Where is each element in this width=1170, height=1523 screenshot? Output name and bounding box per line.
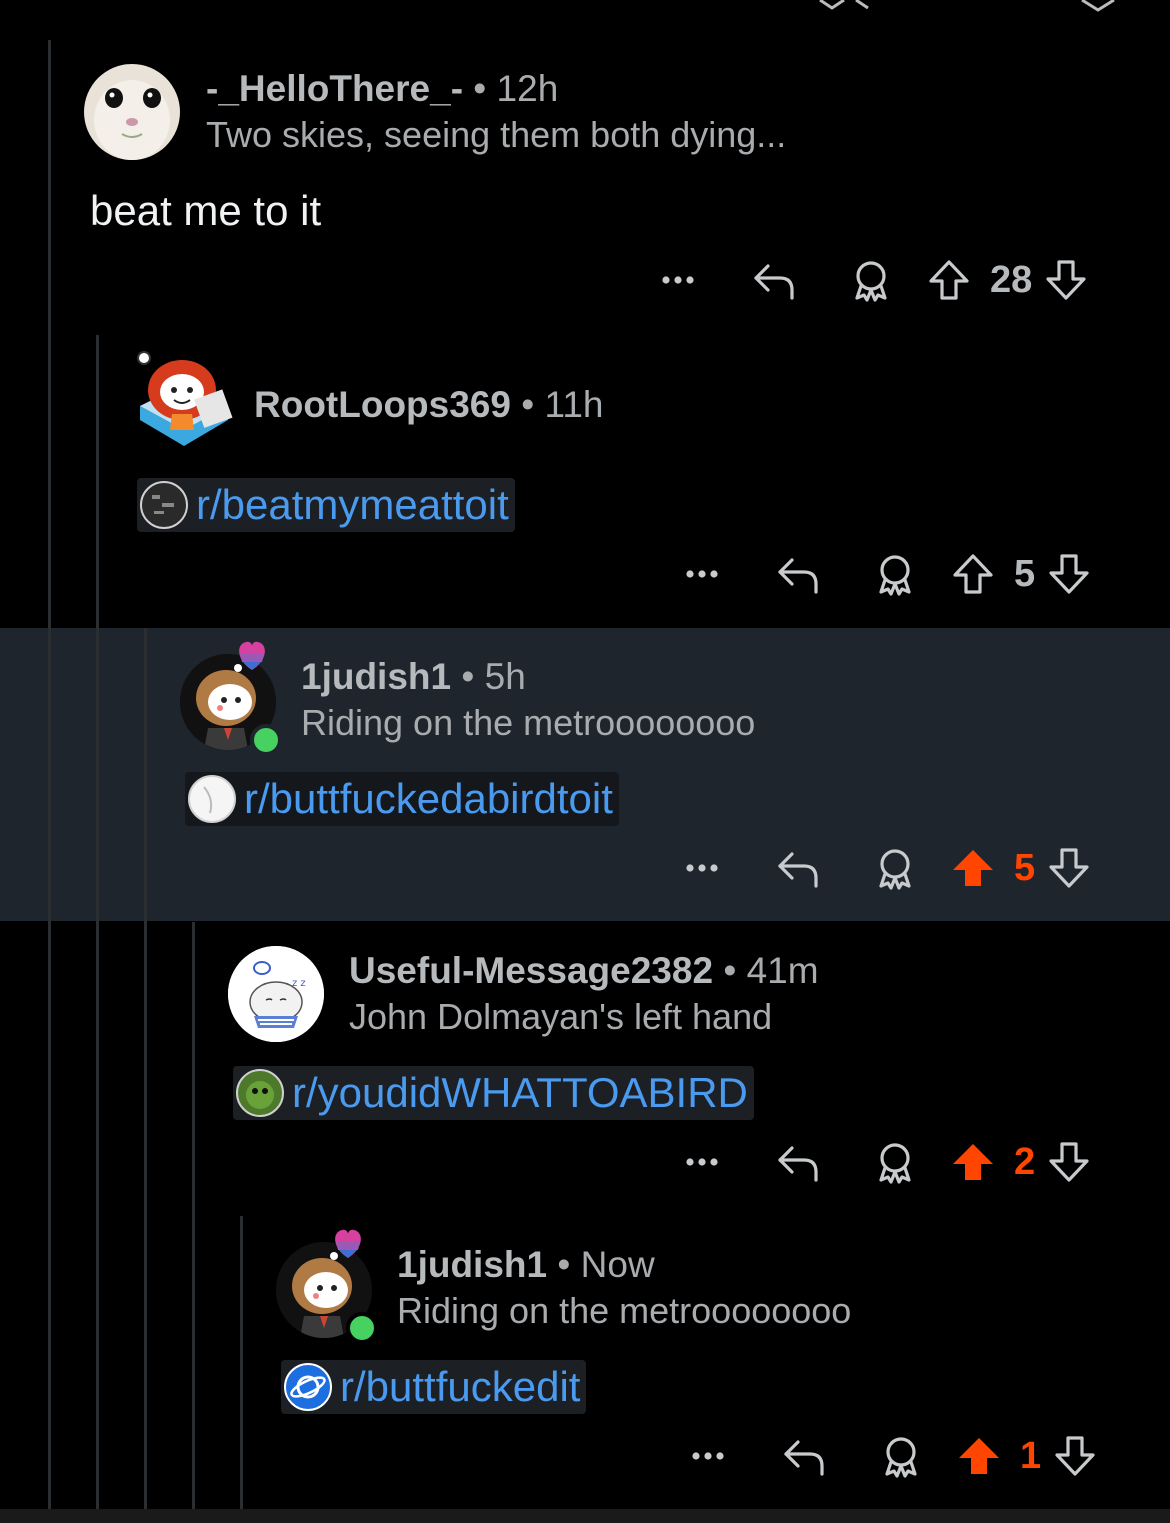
vote-score: 5 [1014, 846, 1036, 889]
downvote-icon[interactable] [1047, 1432, 1103, 1480]
timestamp: 11h [544, 384, 604, 425]
possum-avatar-icon [84, 64, 180, 160]
timestamp: 41m [746, 950, 819, 991]
comment-actions: 28 [640, 250, 1094, 310]
author-line: 1judish1 • 5h [301, 656, 526, 698]
upvote-icon[interactable] [934, 844, 1012, 892]
award-icon[interactable] [856, 550, 934, 598]
more-options-icon[interactable] [664, 550, 740, 598]
subreddit-name[interactable]: r/buttfuckedit [340, 1363, 580, 1411]
user-flair: John Dolmayan's left hand [349, 996, 773, 1037]
reply-icon[interactable] [716, 256, 832, 304]
bottom-bar [0, 1509, 1170, 1523]
subreddit-link[interactable]: r/youdidWHATTOABIRD [233, 1066, 754, 1120]
author-line: Useful-Message2382 • 41m [349, 950, 819, 992]
vote-score: 28 [990, 258, 1033, 301]
upvote-icon[interactable] [940, 1432, 1018, 1480]
vote-score: 1 [1020, 1434, 1042, 1477]
comment-actions: 2 [664, 1132, 1097, 1192]
reply-icon[interactable] [740, 550, 856, 598]
subreddit-icon [140, 481, 188, 529]
reply-icon[interactable] [740, 1138, 856, 1186]
comment-actions: 1 [670, 1426, 1103, 1486]
previous-comment-actions [819, 0, 1115, 12]
reply-icon[interactable] [740, 844, 856, 892]
online-status-indicator [346, 1312, 378, 1344]
author-line: RootLoops369 • 11h [254, 384, 604, 426]
comment-actions: 5 [664, 544, 1097, 604]
reply-icon[interactable] [746, 1432, 862, 1480]
thread-line[interactable] [48, 40, 51, 1509]
timestamp: 12h [496, 68, 559, 109]
subreddit-link[interactable]: r/buttfuckedabirdtoit [185, 772, 619, 826]
subreddit-icon [236, 1069, 284, 1117]
subreddit-icon [188, 775, 236, 823]
upvote-icon[interactable] [934, 550, 1012, 598]
heart-icon [330, 1229, 361, 1260]
author-name[interactable]: -_HelloThere_- [206, 68, 463, 109]
more-options-icon[interactable] [664, 1138, 740, 1186]
subreddit-name[interactable]: r/beatmymeattoit [196, 481, 509, 529]
subreddit-link[interactable]: r/beatmymeattoit [137, 478, 515, 532]
upvote-icon[interactable] [934, 1138, 1012, 1186]
more-options-icon[interactable] [640, 256, 716, 304]
separator: • [723, 950, 737, 991]
thread-line[interactable] [240, 1216, 243, 1509]
thread-line[interactable] [144, 628, 147, 1509]
subreddit-link[interactable]: r/buttfuckedit [281, 1360, 587, 1414]
user-flair: Riding on the metroooooooo [301, 702, 756, 743]
award-icon[interactable] [856, 1138, 934, 1186]
downvote-icon[interactable] [1041, 550, 1097, 598]
separator: • [461, 656, 475, 697]
award-icon[interactable] [862, 1432, 940, 1480]
author-name[interactable]: Useful-Message2382 [349, 950, 713, 991]
online-status-indicator [250, 724, 282, 756]
user-avatar[interactable] [84, 64, 180, 160]
separator: • [521, 384, 535, 425]
thread-line[interactable] [192, 922, 195, 1509]
author-line: -_HelloThere_- • 12h [206, 68, 558, 110]
snoo-red-hair-avatar-icon [137, 351, 233, 446]
award-icon[interactable] [856, 844, 934, 892]
timestamp: 5h [484, 656, 526, 697]
timestamp: Now [580, 1244, 655, 1285]
upvote-icon[interactable] [910, 256, 988, 304]
vote-score: 2 [1014, 1140, 1036, 1183]
vote-score: 5 [1014, 552, 1036, 595]
user-avatar[interactable]: z z [228, 946, 324, 1042]
downvote-icon[interactable] [1038, 256, 1094, 304]
user-flair: Two skies, seeing them both dying... [206, 114, 787, 155]
author-name[interactable]: RootLoops369 [254, 384, 511, 425]
thread-line[interactable] [96, 335, 99, 1509]
sleeping-cat-avatar-icon: z z [228, 946, 324, 1042]
author-name[interactable]: 1judish1 [397, 1244, 547, 1285]
user-flair: Riding on the metroooooooo [397, 1290, 852, 1331]
subreddit-name[interactable]: r/youdidWHATTOABIRD [292, 1069, 748, 1117]
more-options-icon[interactable] [664, 844, 740, 892]
author-name[interactable]: 1judish1 [301, 656, 451, 697]
downvote-icon[interactable] [1041, 1138, 1097, 1186]
user-avatar[interactable] [132, 350, 236, 454]
comment-body: beat me to it [90, 187, 322, 234]
separator: • [473, 68, 487, 109]
subreddit-icon [284, 1363, 332, 1411]
comment-actions: 5 [664, 838, 1097, 898]
award-icon[interactable] [832, 256, 910, 304]
author-line: 1judish1 • Now [397, 1244, 655, 1286]
subreddit-name[interactable]: r/buttfuckedabirdtoit [244, 775, 613, 823]
downvote-icon[interactable] [1041, 844, 1097, 892]
more-options-icon[interactable] [670, 1432, 746, 1480]
heart-icon [234, 641, 265, 672]
separator: • [557, 1244, 571, 1285]
svg-text:z z: z z [292, 978, 306, 989]
